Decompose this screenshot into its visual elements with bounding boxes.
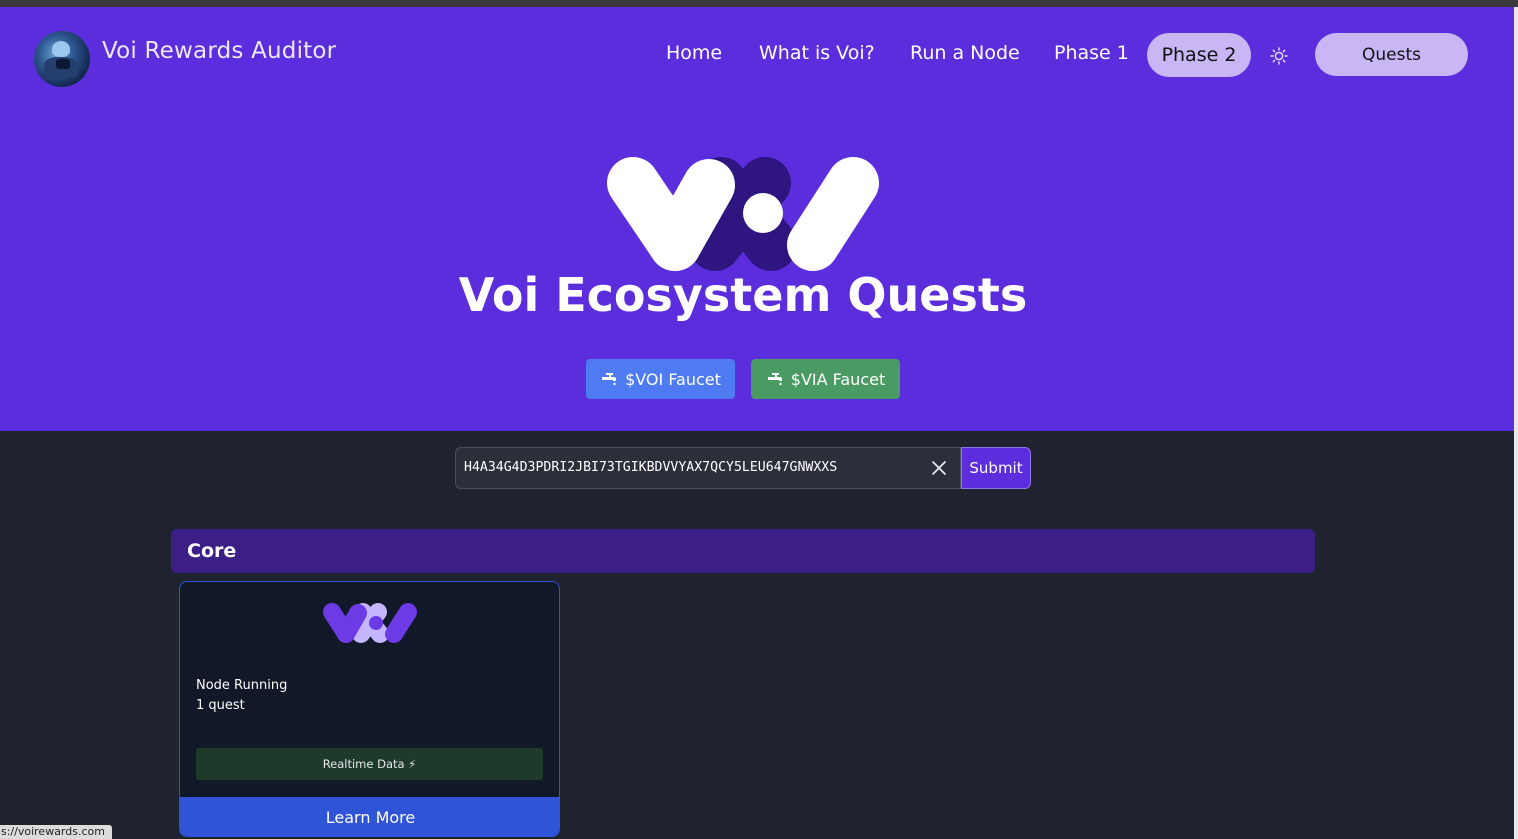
avatar-head bbox=[52, 41, 70, 57]
page-title: Voi Ecosystem Quests bbox=[458, 268, 1028, 322]
quests-button[interactable]: Quests bbox=[1315, 33, 1468, 76]
quest-card-title: Node Running bbox=[196, 678, 288, 693]
realtime-badge: Realtime Data ⚡ bbox=[196, 748, 543, 780]
voi-faucet-button[interactable]: $VOI Faucet bbox=[586, 359, 735, 399]
quest-card-count: 1 quest bbox=[196, 698, 245, 713]
nav-what-is-voi[interactable]: What is Voi? bbox=[759, 42, 875, 64]
site-brand[interactable]: Voi Rewards Auditor bbox=[102, 38, 336, 64]
avatar[interactable] bbox=[34, 31, 90, 87]
nav-phase-1[interactable]: Phase 1 bbox=[1054, 42, 1129, 64]
address-input[interactable]: H4A34G4D3PDRI2JBI73TGIKBDVVYAX7QCY5LEU64… bbox=[455, 447, 961, 489]
window-edge bbox=[1514, 7, 1518, 839]
voi-faucet-label: $VOI Faucet bbox=[625, 369, 721, 389]
faucet-icon bbox=[602, 373, 617, 386]
faucet-icon bbox=[767, 373, 782, 386]
learn-more-button[interactable]: Learn More bbox=[180, 797, 559, 836]
via-faucet-label: $VIA Faucet bbox=[790, 369, 886, 389]
nav-phase-2[interactable]: Phase 2 bbox=[1147, 33, 1251, 77]
voi-logo bbox=[607, 157, 879, 271]
voi-logo bbox=[323, 603, 417, 643]
close-icon[interactable] bbox=[930, 459, 948, 477]
nav-home[interactable]: Home bbox=[666, 42, 722, 64]
status-bar-url: s://voirewards.com bbox=[0, 825, 112, 839]
via-faucet-button[interactable]: $VIA Faucet bbox=[751, 359, 900, 399]
browser-top-strip bbox=[0, 0, 1518, 7]
nav-run-a-node[interactable]: Run a Node bbox=[910, 42, 1020, 64]
sun-icon[interactable] bbox=[1270, 47, 1288, 65]
section-header-core: Core bbox=[171, 529, 1315, 573]
submit-button[interactable]: Submit bbox=[961, 447, 1031, 489]
avatar-visor bbox=[56, 59, 70, 69]
quest-card: Node Running 1 quest Realtime Data ⚡ Lea… bbox=[179, 581, 560, 837]
